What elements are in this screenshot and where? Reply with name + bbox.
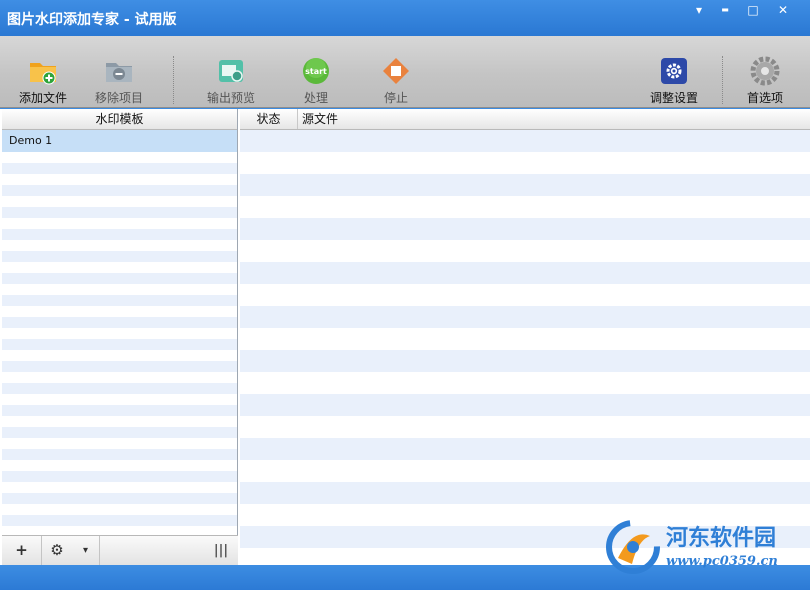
main-content: 水印模板 Demo 1 + ⚙ ▾ ||| 状态 源文件	[0, 109, 810, 565]
site-url: www.pc0359.cn	[666, 554, 778, 569]
stop-icon	[383, 58, 409, 84]
stop-label: 停止	[383, 91, 408, 105]
remove-item-label: 移除项目	[94, 91, 143, 105]
site-watermark: 河东软件园 www.pc0359.cn	[604, 518, 810, 584]
file-list[interactable]	[240, 130, 810, 565]
file-list-panel: 状态 源文件	[240, 109, 810, 565]
add-file-label: 添加文件	[18, 91, 67, 105]
site-name: 河东软件园	[666, 525, 777, 551]
start-icon: start	[303, 58, 329, 84]
add-file-button[interactable]: 添加文件	[8, 52, 78, 106]
site-logo-icon	[606, 520, 660, 574]
folder-remove-icon	[106, 63, 132, 82]
window-menu-button[interactable]: ▾	[688, 3, 710, 17]
adjust-settings-button[interactable]: 调整设置	[639, 52, 709, 106]
remove-item-button[interactable]: 移除项目	[84, 52, 154, 106]
folder-add-icon	[30, 63, 56, 85]
source-file-column-header[interactable]: 源文件	[302, 109, 338, 129]
close-button[interactable]: ✕	[772, 3, 794, 17]
template-panel: 水印模板 Demo 1 + ⚙ ▾ |||	[2, 109, 238, 565]
template-list[interactable]: Demo 1	[2, 130, 237, 535]
image-preview-icon	[219, 60, 243, 82]
template-settings-button[interactable]: ⚙	[42, 536, 72, 565]
template-column-header[interactable]: 水印模板	[2, 109, 237, 130]
file-list-header: 状态 源文件	[240, 109, 810, 130]
process-button[interactable]: start 处理	[281, 52, 351, 106]
gear-settings-icon	[661, 58, 687, 84]
window-title: 图片水印添加专家 - 试用版	[7, 12, 177, 28]
minimize-button[interactable]: ▬	[714, 3, 736, 17]
preferences-button[interactable]: 首选项	[730, 52, 800, 106]
start-icon-text: start	[305, 67, 327, 76]
template-settings-dropdown[interactable]: ▾	[72, 536, 100, 565]
template-toolbar: + ⚙ ▾ |||	[2, 535, 238, 565]
toolbar-separator	[722, 56, 723, 104]
resize-grip-icon[interactable]: |||	[206, 536, 236, 565]
toolbar: 添加文件 移除项目 输出预览 start 处理 停止 调整设置 首选项	[0, 36, 810, 108]
toolbar-separator	[173, 56, 174, 104]
maximize-button[interactable]: □	[742, 3, 764, 17]
output-preview-button[interactable]: 输出预览	[196, 52, 266, 106]
template-item-demo-1[interactable]: Demo 1	[2, 130, 237, 152]
add-template-button[interactable]: +	[2, 536, 42, 565]
preferences-label: 首选项	[746, 91, 783, 105]
status-column-header[interactable]: 状态	[240, 109, 298, 129]
adjust-settings-label: 调整设置	[649, 91, 698, 105]
stop-button[interactable]: 停止	[361, 52, 431, 106]
gear-icon	[750, 56, 780, 86]
title-bar: 图片水印添加专家 - 试用版 ▾ ▬ □ ✕	[0, 0, 810, 36]
output-preview-label: 输出预览	[206, 91, 255, 105]
process-label: 处理	[303, 91, 328, 105]
